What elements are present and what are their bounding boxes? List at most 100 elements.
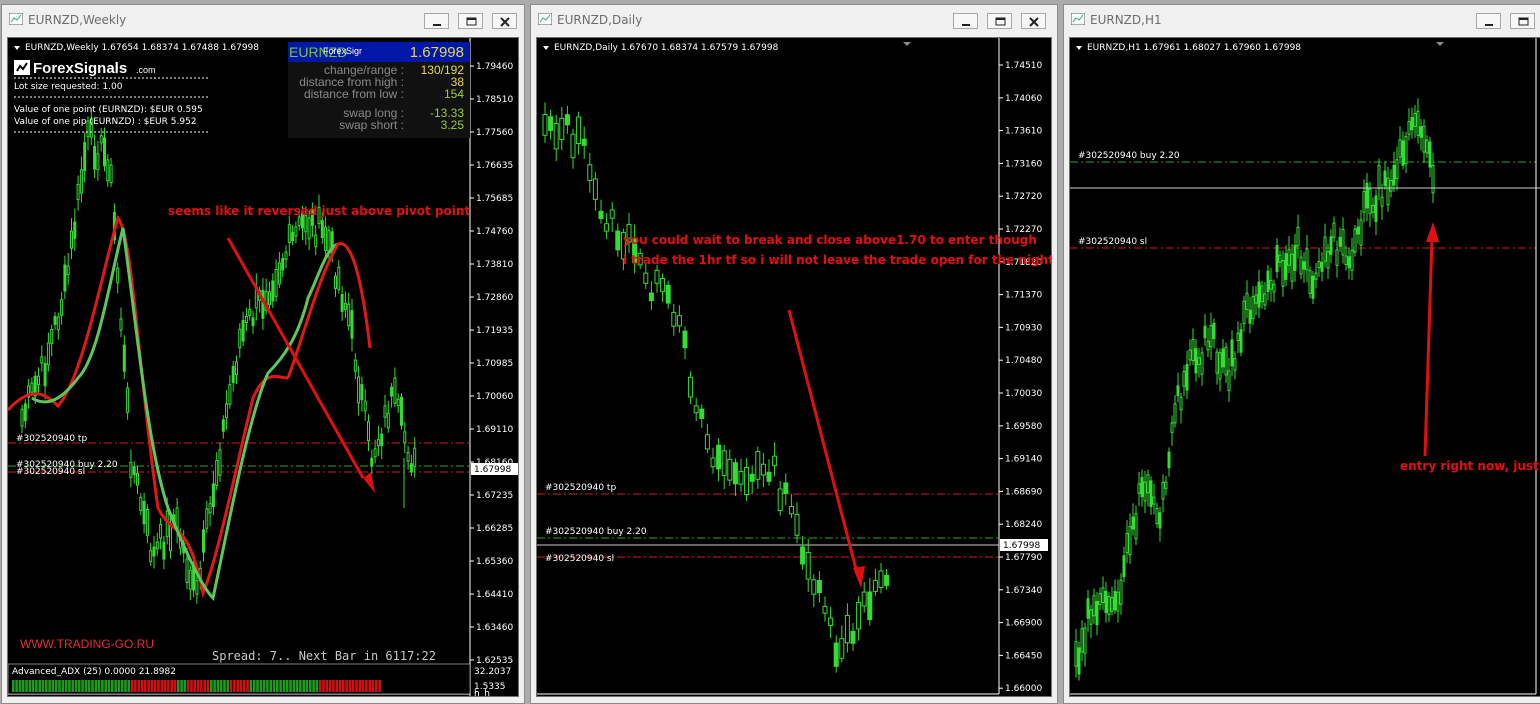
symbol-dropdown-icon[interactable] [1076,46,1082,50]
price-tick-label: 1.66450 [1005,651,1042,661]
adx-bar [71,680,74,692]
adx-bar [12,680,15,692]
candle-body [1317,260,1321,269]
chart-window-weekly[interactable]: EURNZD,Weekly #302520940 tp #302520940 bu… [1,4,525,704]
indicator-unit: h_h [474,689,490,697]
adx-bar [137,680,140,692]
adx-bar [78,680,81,692]
order-level-label: #302520940 sl [1078,237,1147,247]
minimize-button[interactable] [1476,13,1501,29]
price-tick-label: 1.67340 [1005,586,1042,596]
candle-body [682,330,688,349]
spread-status: Spread: 7.. Next Bar in 6117:22 [212,649,436,663]
weekly-chart[interactable]: #302520940 tp #302520940 buy 2.20 #3025209… [7,37,519,697]
candle-body [297,216,301,226]
candle-body [1185,364,1189,391]
adx-bar [124,680,127,692]
adx-bar [177,680,180,692]
close-button[interactable] [492,13,517,29]
adx-bar [186,680,190,692]
candle-body [1404,136,1408,165]
candle-body [1374,195,1378,222]
panel-row-key: swap short : [339,118,404,132]
window-title: EURNZD,Weekly [28,13,127,27]
candle-body [109,164,113,184]
candle-body [794,513,800,536]
adx-bar [223,680,226,692]
adx-bar [378,680,381,692]
minimize-button[interactable] [953,13,978,29]
candle-body [1323,236,1327,262]
window-titlebar[interactable]: EURNZD,H1 [1064,5,1540,35]
annotation-line-2: i trade the 1hr tf so i will not leave t… [623,253,1052,267]
candle-body [1419,126,1423,138]
restore-button[interactable] [987,13,1012,29]
candle-body [1074,641,1078,667]
candle-body [40,356,44,364]
candle-body [215,459,219,486]
candle-body [1275,245,1279,273]
candle-body [350,310,354,339]
candle-body [284,251,288,260]
candle-body [1296,226,1300,247]
adx-bar [153,680,157,692]
candle-body [1164,481,1168,489]
restore-button[interactable] [458,13,483,29]
price-tick-label: 1.69110 [476,425,513,435]
price-tick-label: 1.72720 [1005,192,1042,202]
daily-chart[interactable]: #302520940 tp #302520940 buy 2.20 #3025209… [536,37,1052,697]
adx-bar [335,680,338,692]
candle-body [132,466,136,476]
current-price-label: 1.67998 [474,465,511,475]
candle-body [208,503,212,514]
h1-chart[interactable]: #302520940 buy 2.20#302520940 sl 2 Jan 2… [1069,37,1540,697]
window-titlebar[interactable]: EURNZD,Weekly [2,5,524,35]
symbol-dropdown-icon[interactable] [14,46,20,50]
adx-bar [243,680,246,692]
candle-body [615,230,621,251]
candle-body [314,234,318,248]
candle-body [1203,325,1207,339]
window-titlebar[interactable]: EURNZD,Daily [531,5,1057,35]
adx-bar [130,680,134,692]
candle-body [592,178,598,200]
adx-bar [111,680,114,692]
candle-body [1416,110,1420,136]
candle-body [1335,249,1339,266]
price-tick-label: 1.70060 [476,392,513,402]
candle-body [1173,403,1177,424]
candle-body [1344,255,1348,265]
candle-body [218,449,222,476]
candle-body [1230,339,1234,367]
restore-button[interactable] [1510,13,1535,29]
candle-body [185,558,189,584]
candle-body [287,224,291,243]
candle-body [1179,396,1183,411]
adx-bar [342,680,345,692]
minimize-button[interactable] [424,13,449,29]
adx-bar [345,680,348,692]
shift-marker-icon [903,42,911,46]
chart-window-h1[interactable]: EURNZD,H1 #302520940 buy 2.20 #302520940 … [1063,4,1540,704]
candle-body [357,376,361,404]
candle-body [376,439,380,447]
close-button[interactable] [1021,13,1046,29]
candle-body [367,421,370,442]
candle-body [884,574,890,586]
candle-body [400,396,403,426]
price-tick-label: 1.70985 [476,359,513,369]
adx-bar [276,680,279,692]
annotation-arrow [226,237,365,479]
chart-window-daily[interactable]: EURNZD,Daily #302520940 tp #302520940 buy… [530,4,1058,704]
symbol-dropdown-icon[interactable] [543,46,549,50]
candle-body [1380,196,1384,207]
window-title: EURNZD,H1 [1090,13,1162,27]
price-tick-label: 1.69140 [1005,455,1042,465]
adx-bar [84,680,88,692]
price-tick-label: 1.73810 [476,260,513,270]
candle-body [721,450,727,477]
candle-body [1188,349,1192,361]
adx-bar [147,680,150,692]
candle-body [1410,117,1414,131]
chart-header: EURNZD,H1 1.67961 1.68027 1.67960 1.6799… [1087,43,1301,53]
